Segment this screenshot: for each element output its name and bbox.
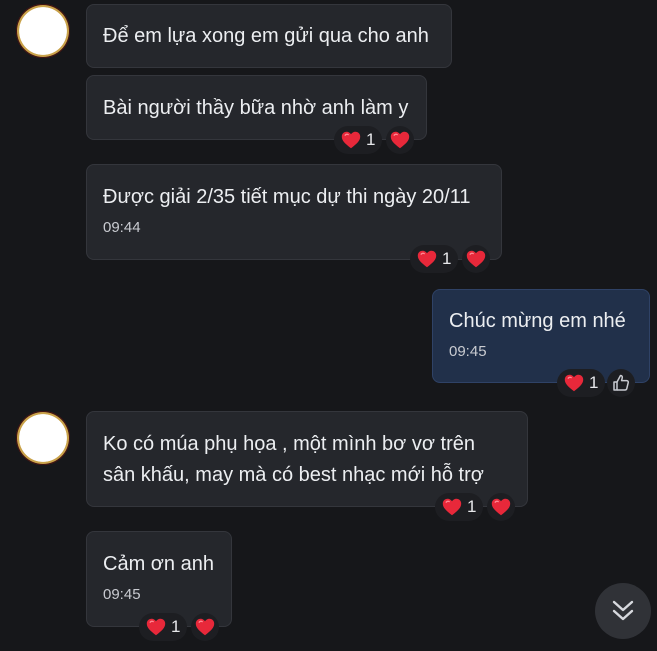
reaction-summary[interactable]: 1 <box>139 613 188 641</box>
reaction-bar: 1 <box>410 245 491 273</box>
message-text: Để em lựa xong em gửi qua cho anh <box>103 25 429 47</box>
heart-icon <box>146 618 166 636</box>
heart-icon <box>195 618 215 636</box>
message-text-line: Ko có múa phụ họa , một mình bơ vơ trên <box>103 433 475 455</box>
like-button[interactable] <box>607 369 636 397</box>
message-time: 09:45 <box>449 343 487 360</box>
heart-icon <box>466 250 486 268</box>
reaction-bar: 1 <box>334 126 415 154</box>
reaction-summary[interactable]: 1 <box>557 369 606 397</box>
avatar[interactable] <box>16 411 70 465</box>
heart-icon <box>417 250 437 268</box>
reaction-count: 1 <box>442 249 452 268</box>
react-button[interactable] <box>386 126 415 154</box>
reaction-bar: 1 <box>139 613 220 641</box>
reaction-summary[interactable]: 1 <box>334 126 383 154</box>
heart-icon <box>442 498 462 516</box>
message-bubble[interactable]: Để em lựa xong em gửi qua cho anh <box>86 4 452 68</box>
reaction-summary[interactable]: 1 <box>410 245 459 273</box>
avatar[interactable] <box>16 4 70 58</box>
heart-icon <box>491 498 511 516</box>
react-button[interactable] <box>487 493 516 521</box>
message-text: Cảm ơn anh <box>103 553 214 575</box>
message-text: Bài người thầy bữa nhờ anh làm y <box>103 97 409 119</box>
reaction-bar: 1 <box>557 369 636 397</box>
heart-icon <box>390 131 410 149</box>
react-button[interactable] <box>462 245 491 273</box>
chat-thread: Để em lựa xong em gửi qua cho anh Bài ng… <box>0 0 657 651</box>
message-text: Được giải 2/35 tiết mục dự thi ngày 20/1… <box>103 186 471 208</box>
thumbs-up-icon <box>613 374 630 391</box>
reaction-count: 1 <box>467 497 477 516</box>
reaction-count: 1 <box>366 130 376 149</box>
heart-icon <box>341 131 361 149</box>
message-time: 09:45 <box>103 586 141 603</box>
react-button[interactable] <box>191 613 220 641</box>
heart-icon <box>564 374 584 392</box>
message-time: 09:44 <box>103 219 141 236</box>
reaction-count: 1 <box>589 373 599 392</box>
reaction-summary[interactable]: 1 <box>435 493 484 521</box>
message-text: Chúc mừng em nhé <box>449 310 626 332</box>
scroll-to-bottom-button[interactable] <box>595 583 651 639</box>
reaction-bar: 1 <box>435 493 516 521</box>
message-text-line: sân khấu, may mà có best nhạc mới hỗ trợ <box>103 464 484 486</box>
double-chevron-down-icon <box>612 600 634 621</box>
reaction-count: 1 <box>171 617 181 636</box>
